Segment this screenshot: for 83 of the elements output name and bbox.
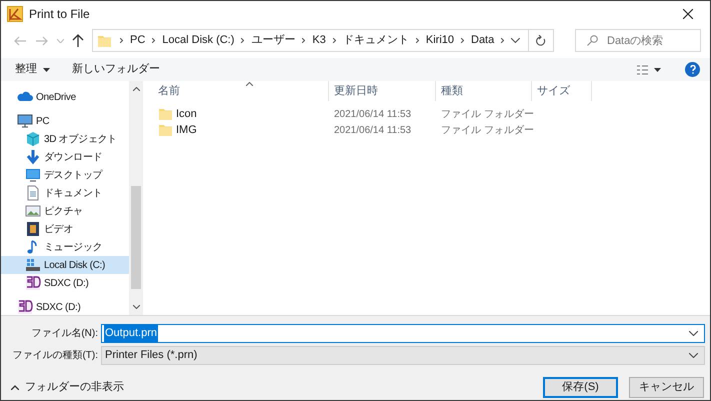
question-mark-icon	[690, 65, 696, 74]
scroll-up-icon	[132, 87, 140, 91]
chevron-down-icon	[511, 38, 520, 43]
column-header[interactable]: 更新日時	[329, 81, 436, 101]
app-icon	[7, 6, 23, 22]
date-cell-text: 2021/06/14 11:53	[333, 108, 412, 122]
chevron-down-icon	[689, 353, 698, 358]
breadcrumb-item[interactable]: Local Disk (C:)	[162, 32, 234, 49]
column-header[interactable]: 名前	[153, 81, 329, 101]
picture-icon	[25, 203, 41, 219]
sidebar-item[interactable]: OneDrive	[1, 88, 129, 106]
chevron-right-icon	[152, 38, 156, 43]
chevron-right-icon	[120, 38, 123, 43]
sidebar-item[interactable]: ビデオ	[1, 220, 129, 238]
new-folder-button[interactable]: 新しいフォルダー	[68, 60, 164, 80]
forward-icon	[35, 34, 49, 46]
hide-folders-button[interactable]: フォルダーの非表示	[11, 378, 124, 398]
sidebar-item[interactable]: PC	[1, 112, 129, 130]
chevron-right-icon	[501, 38, 504, 43]
sidebar-item[interactable]: Local Disk (C:)	[1, 256, 129, 274]
scrollbar-thumb[interactable]	[131, 186, 141, 289]
window-title: Print to File	[29, 6, 90, 22]
sidebar-item[interactable]: ドキュメント	[1, 184, 129, 202]
sidebar-item[interactable]: SDXC (D:)	[1, 298, 129, 316]
breadcrumb-item[interactable]: ドキュメント	[342, 32, 409, 49]
desktop-icon	[25, 167, 41, 183]
document-icon	[25, 185, 41, 201]
chevron-right-icon	[461, 38, 464, 43]
breadcrumb-item[interactable]: Kiri10	[426, 32, 454, 49]
address-bar[interactable]: PC Local Disk (C:) ユーザー K3 ドキュメント Kiri10 Data	[92, 29, 529, 52]
search-icon	[587, 35, 598, 46]
file-row[interactable]: IMG	[153, 122, 329, 138]
drive-icon	[25, 257, 41, 273]
chevron-right-icon	[332, 38, 336, 43]
sidebar-item[interactable]: 3D オブジェクト	[1, 130, 129, 148]
caret-icon	[43, 68, 50, 72]
cube-icon	[25, 131, 41, 147]
date-cell-text: 2021/06/14 11:53	[333, 124, 412, 138]
breadcrumb-item[interactable]: ユーザー	[251, 32, 296, 49]
chevron-right-icon	[241, 38, 244, 43]
type-cell-text: ファイル フォルダー	[440, 124, 532, 138]
breadcrumb-item[interactable]: Data	[471, 32, 494, 49]
search-field[interactable]: Dataの検索	[575, 29, 701, 52]
type-cell-text: ファイル フォルダー	[440, 108, 532, 122]
file-type-dropdown[interactable]: Printer Files (*.prn)	[101, 346, 705, 365]
chevron-down-icon	[689, 331, 698, 336]
scroll-down-icon	[132, 305, 140, 309]
sort-ascending-icon	[246, 82, 253, 86]
file-row[interactable]: Icon	[153, 106, 329, 122]
chevron-up-icon	[11, 385, 19, 390]
caret-icon	[654, 68, 661, 72]
scrollbar[interactable]	[129, 81, 143, 315]
sidebar-item[interactable]: ミュージック	[1, 238, 129, 256]
sidebar-item[interactable]: ダウンロード	[1, 148, 129, 166]
filename-field[interactable]: Output.prn	[101, 324, 705, 343]
folder-icon	[158, 106, 174, 122]
cancel-button[interactable]: キャンセル	[629, 377, 704, 398]
up-arrow-icon	[72, 34, 84, 47]
breadcrumb-item[interactable]: K3	[312, 32, 326, 49]
film-icon	[25, 221, 41, 237]
refresh-button[interactable]	[529, 29, 554, 52]
folder-icon	[158, 122, 174, 138]
details-view-icon	[637, 64, 648, 74]
save-button[interactable]: 保存(S)	[543, 377, 618, 398]
chevron-right-icon	[416, 38, 419, 43]
sd-card-icon	[25, 275, 41, 291]
chevron-right-icon	[302, 38, 306, 43]
monitor-icon	[17, 113, 33, 129]
column-header[interactable]: サイズ	[532, 81, 592, 101]
caret-icon	[56, 38, 64, 42]
sidebar-item[interactable]: デスクトップ	[1, 166, 129, 184]
field-label: ファイル名(N):	[30, 327, 99, 341]
organize-button[interactable]: 整理	[11, 60, 54, 80]
breadcrumb-item[interactable]: PC	[130, 32, 146, 49]
close-icon	[683, 8, 693, 18]
help-button[interactable]	[685, 62, 700, 77]
field-label: ファイルの種類(T):	[11, 348, 99, 363]
down-arrow-icon	[25, 149, 41, 165]
sidebar-item[interactable]: ピクチャ	[1, 202, 129, 220]
back-icon	[13, 34, 27, 46]
sidebar-item[interactable]: SDXC (D:)	[1, 274, 129, 292]
refresh-icon	[536, 35, 546, 46]
column-header[interactable]: 種類	[436, 81, 532, 101]
